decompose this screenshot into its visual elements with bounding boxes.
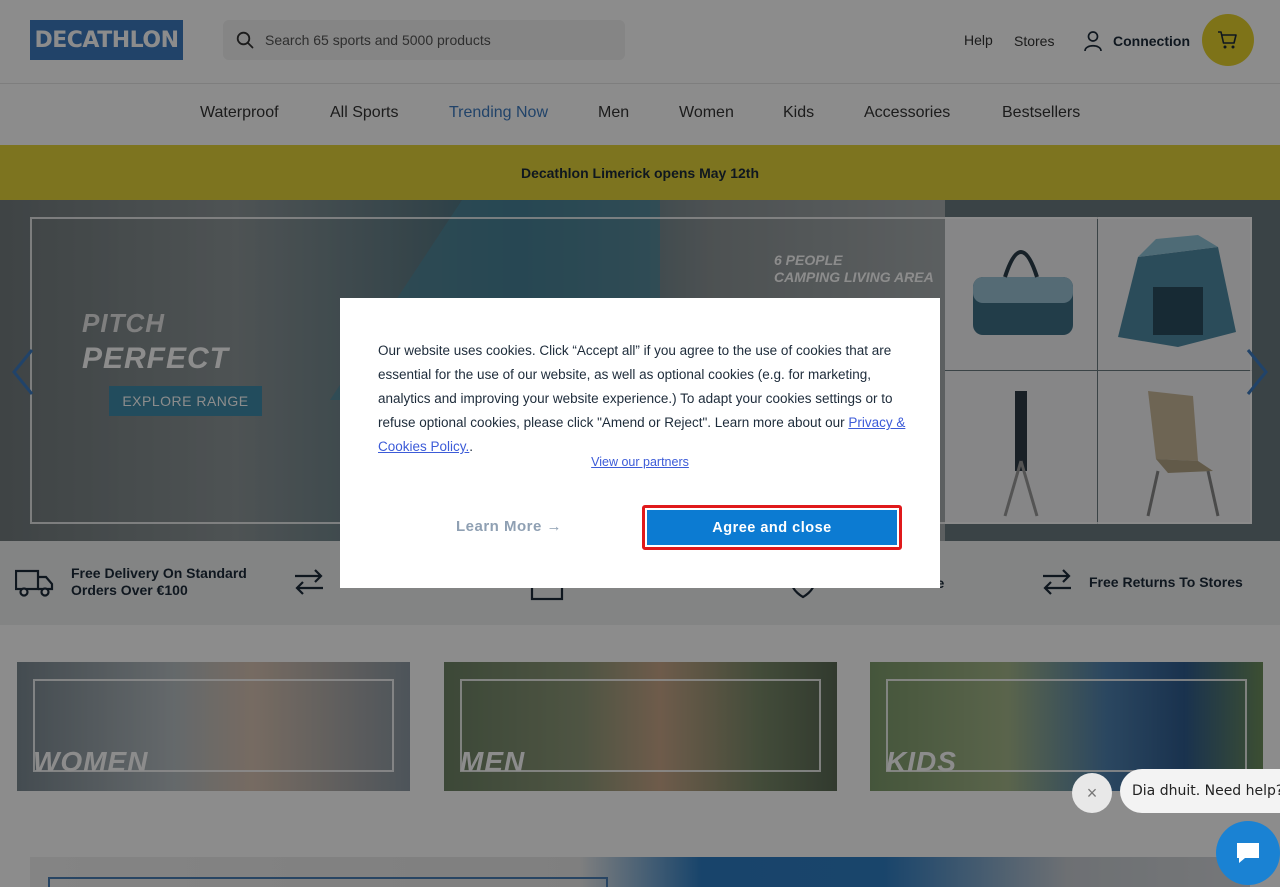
- chat-greeting-bubble[interactable]: Dia dhuit. Need help?: [1120, 769, 1280, 813]
- chat-icon: [1237, 843, 1259, 863]
- cookie-text: Our website uses cookies. Click “Accept …: [378, 339, 908, 459]
- chat-close-button[interactable]: ×: [1072, 773, 1112, 813]
- chat-launcher-button[interactable]: [1216, 821, 1280, 885]
- view-partners-link[interactable]: View our partners: [340, 455, 940, 469]
- cookie-body: Our website uses cookies. Click “Accept …: [378, 343, 893, 430]
- cookie-text-end: .: [469, 439, 474, 454]
- chat-greeting-text: Dia dhuit. Need help?: [1132, 783, 1280, 799]
- close-icon: ×: [1086, 782, 1098, 803]
- agree-and-close-button[interactable]: Agree and close: [647, 510, 897, 545]
- learn-more-button[interactable]: Learn More →: [456, 518, 562, 535]
- agree-highlight: Agree and close: [642, 505, 902, 550]
- cookie-consent-dialog: Our website uses cookies. Click “Accept …: [340, 298, 940, 588]
